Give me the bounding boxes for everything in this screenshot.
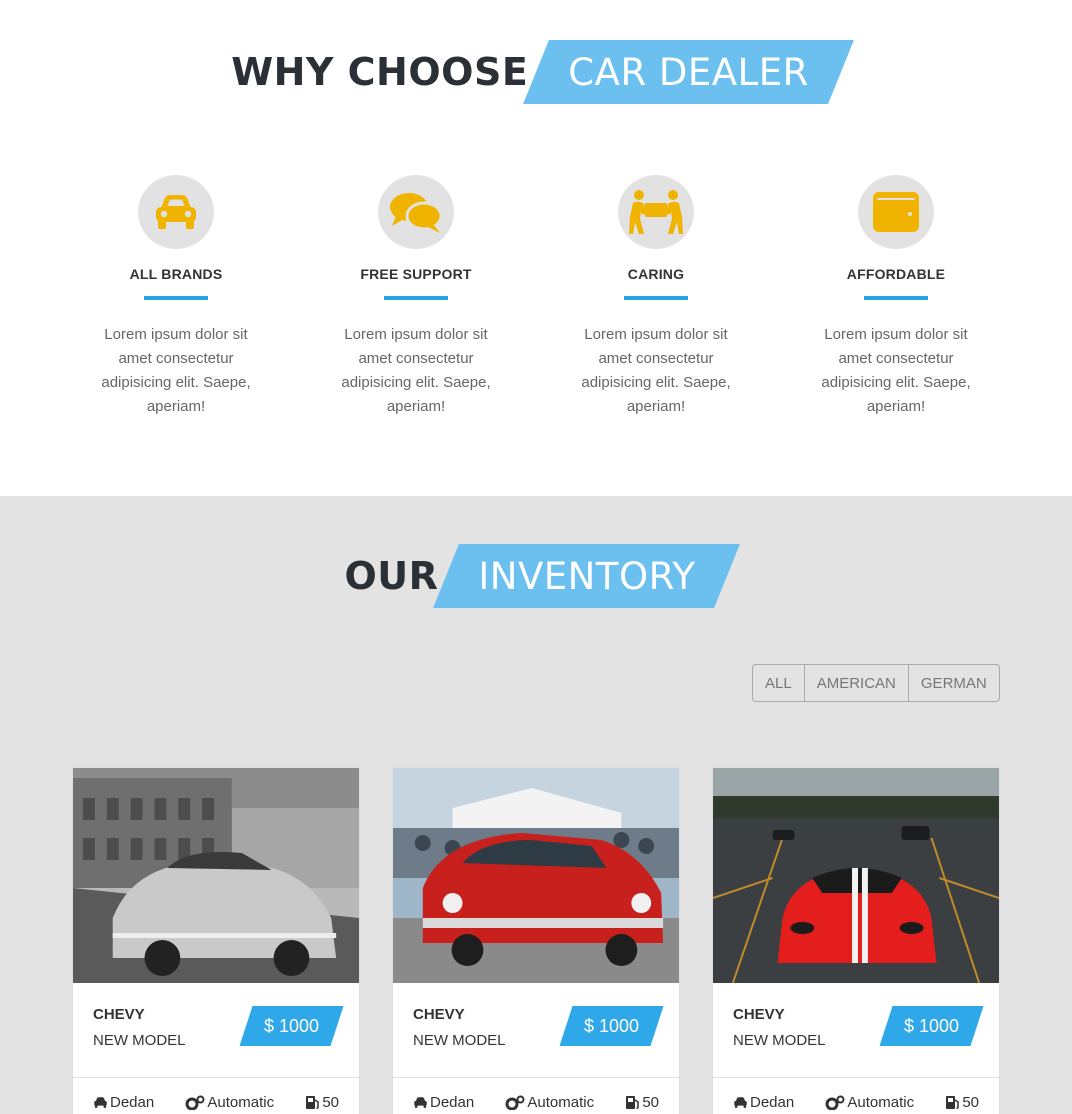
price-value: $ 1000	[263, 1015, 319, 1036]
feature-title: CARING	[627, 266, 685, 282]
spec-fuel: 50	[625, 1094, 659, 1111]
car-photo[interactable]	[713, 768, 999, 983]
feature-title: ALL BRANDS	[129, 266, 223, 282]
car-icon	[138, 175, 214, 249]
price-value: $ 1000	[583, 1015, 639, 1036]
feature-title: AFFORDABLE	[846, 266, 946, 282]
heading-plain-text: WHY CHOOSE	[231, 50, 529, 94]
spec-body-type-value: Dedan	[430, 1093, 475, 1111]
heading-highlight-text: CAR DEALER	[568, 50, 809, 94]
car-icon	[734, 1096, 747, 1108]
heading-plain-text: OUR	[344, 554, 439, 598]
spec-body-type-value: Dedan	[750, 1093, 795, 1111]
filter-all-button[interactable]: ALL	[753, 665, 805, 701]
spec-transmission: Automatic	[505, 1094, 594, 1111]
gas-pump-icon	[626, 1095, 640, 1109]
car-icon	[94, 1096, 107, 1108]
feature-title: FREE SUPPORT	[360, 266, 472, 282]
price-tag: $ 1000	[246, 1006, 337, 1046]
inventory-section: OUR INVENTORY ALL AMERICAN GERMAN CHEVY …	[0, 496, 1072, 1114]
filter-german-button[interactable]: GERMAN	[909, 665, 999, 701]
car-specs: Dedan Automatic 50	[73, 1078, 359, 1114]
spec-fuel: 50	[305, 1094, 339, 1111]
spec-fuel-value: 50	[322, 1093, 339, 1111]
spec-body-type: Dedan	[413, 1094, 474, 1111]
feature-free-support: FREE SUPPORT Lorem ipsum dolor sit amet …	[296, 175, 536, 419]
gears-icon	[825, 1095, 845, 1110]
spec-fuel-value: 50	[642, 1093, 659, 1111]
inventory-cards: CHEVY NEW MODEL $ 1000 Dedan Automatic 5…	[72, 767, 1000, 1114]
car-card[interactable]: CHEVY NEW MODEL $ 1000 Dedan Automatic 5…	[72, 767, 360, 1114]
car-card[interactable]: CHEVY NEW MODEL $ 1000 Dedan Automatic 5…	[712, 767, 1000, 1114]
car-specs: Dedan Automatic 50	[393, 1078, 679, 1114]
gas-pump-icon	[946, 1095, 960, 1109]
people-carry-icon	[618, 175, 694, 249]
chat-bubbles-icon	[378, 175, 454, 249]
feature-description: Lorem ipsum dolor sit amet consectetur a…	[341, 326, 491, 415]
spec-transmission: Automatic	[185, 1094, 274, 1111]
heading-highlight-box: CAR DEALER	[536, 40, 841, 104]
feature-caring: CARING Lorem ipsum dolor sit amet consec…	[536, 175, 776, 419]
feature-description: Lorem ipsum dolor sit amet consectetur a…	[581, 326, 731, 415]
gears-icon	[185, 1095, 205, 1110]
feature-affordable: AFFORDABLE Lorem ipsum dolor sit amet co…	[776, 175, 1016, 419]
spec-transmission-value: Automatic	[847, 1093, 915, 1111]
spec-transmission-value: Automatic	[207, 1093, 275, 1111]
filter-american-button[interactable]: AMERICAN	[805, 665, 909, 701]
spec-fuel-value: 50	[962, 1093, 979, 1111]
gears-icon	[505, 1095, 525, 1110]
spec-body-type: Dedan	[733, 1094, 794, 1111]
spec-transmission: Automatic	[825, 1094, 914, 1111]
feature-all-brands: ALL BRANDS Lorem ipsum dolor sit amet co…	[56, 175, 296, 419]
spec-body-type: Dedan	[93, 1094, 154, 1111]
heading-highlight-box: INVENTORY	[446, 544, 727, 608]
why-choose-section: WHY CHOOSE CAR DEALER ALL BRANDS Lorem i…	[0, 0, 1072, 496]
car-photo[interactable]	[393, 768, 679, 983]
feature-divider	[864, 296, 928, 300]
feature-divider	[144, 296, 208, 300]
gas-pump-icon	[306, 1095, 320, 1109]
heading-highlight-text: INVENTORY	[478, 554, 696, 598]
car-info: CHEVY NEW MODEL $ 1000	[73, 983, 359, 1078]
car-photo[interactable]	[73, 768, 359, 983]
car-specs: Dedan Automatic 50	[713, 1078, 999, 1114]
car-info: CHEVY NEW MODEL $ 1000	[713, 983, 999, 1078]
car-icon	[414, 1096, 427, 1108]
price-value: $ 1000	[903, 1015, 959, 1036]
feature-description: Lorem ipsum dolor sit amet consectetur a…	[821, 326, 971, 415]
feature-divider	[624, 296, 688, 300]
inventory-heading: OUR INVENTORY	[0, 544, 1072, 608]
feature-description: Lorem ipsum dolor sit amet consectetur a…	[101, 326, 251, 415]
feature-divider	[384, 296, 448, 300]
inventory-filter-group: ALL AMERICAN GERMAN	[752, 664, 1000, 702]
spec-transmission-value: Automatic	[527, 1093, 595, 1111]
why-choose-heading: WHY CHOOSE CAR DEALER	[0, 40, 1072, 104]
car-info: CHEVY NEW MODEL $ 1000	[393, 983, 679, 1078]
car-card[interactable]: CHEVY NEW MODEL $ 1000 Dedan Automatic 5…	[392, 767, 680, 1114]
features-row: ALL BRANDS Lorem ipsum dolor sit amet co…	[56, 175, 1016, 419]
spec-fuel: 50	[945, 1094, 979, 1111]
spec-body-type-value: Dedan	[110, 1093, 155, 1111]
price-tag: $ 1000	[566, 1006, 657, 1046]
price-tag: $ 1000	[886, 1006, 977, 1046]
wallet-icon	[858, 175, 934, 249]
